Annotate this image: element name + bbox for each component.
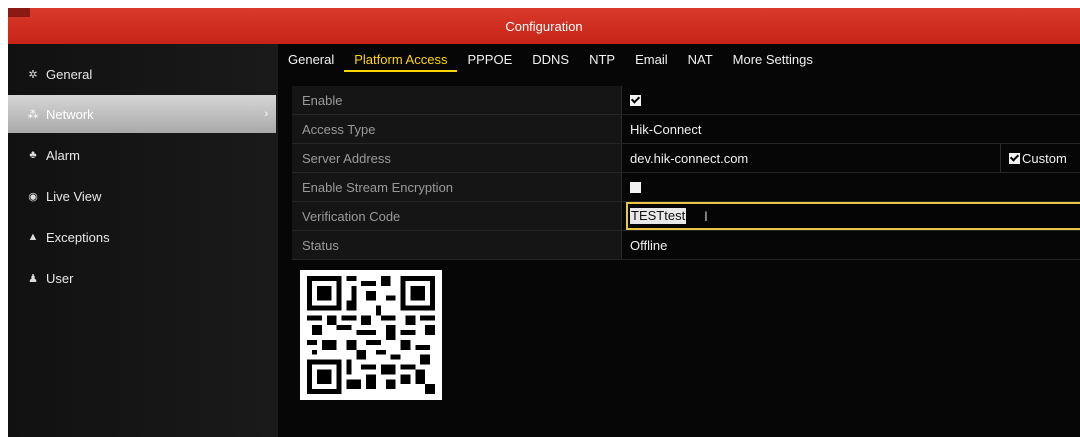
form-row-stream-encryption: Enable Stream Encryption [292, 173, 1080, 202]
tab-more-settings[interactable]: More Settings [723, 50, 823, 72]
field-label: Enable [292, 86, 622, 114]
tab-general[interactable]: General [284, 50, 344, 72]
network-icon: ⁂ [27, 108, 39, 121]
enable-checkbox[interactable] [630, 94, 641, 106]
tab-email[interactable]: Email [625, 50, 678, 72]
field-label: Status [292, 231, 622, 259]
tab-nat[interactable]: NAT [678, 50, 723, 72]
gear-icon: ✲ [28, 68, 38, 81]
sidebar-item-general[interactable]: ✲ General [8, 55, 276, 93]
sidebar: ✲ General ⁂ Network › ♣ Alarm ◉ Live Vie… [8, 44, 278, 437]
verification-code-input[interactable]: TESTtest I [626, 202, 1080, 230]
sidebar-item-label: User [46, 270, 74, 286]
form-row-verification-code: Verification Code TESTtest I [292, 202, 1080, 231]
access-type-select[interactable]: Hik-Connect [630, 115, 702, 143]
field-label: Verification Code [292, 202, 622, 230]
title-bar: Configuration [8, 8, 1080, 44]
tab-platform-access[interactable]: Platform Access [344, 50, 458, 72]
sidebar-item-label: Network [46, 106, 94, 122]
qr-code [300, 270, 442, 400]
sidebar-item-label: Alarm [46, 147, 80, 163]
text-cursor-icon: I [704, 208, 708, 224]
checkbox-box [1009, 152, 1020, 164]
custom-label: Custom [1022, 150, 1067, 166]
qr-code-icon [307, 276, 435, 394]
sidebar-item-label: Exceptions [46, 229, 110, 245]
stream-encryption-checkbox[interactable] [630, 181, 641, 193]
sidebar-item-network[interactable]: ⁂ Network › [8, 95, 276, 133]
users-icon: ♟ [28, 272, 38, 285]
main-content: General Platform Access PPPOE DDNS NTP E… [278, 44, 1080, 437]
form-row-server-address: Server Address dev.hik-connect.com Custo… [292, 144, 1080, 173]
field-label: Access Type [292, 115, 622, 143]
sidebar-item-label: Live View [46, 188, 102, 204]
sidebar-item-user[interactable]: ♟ User [8, 259, 276, 297]
tab-pppoe[interactable]: PPPOE [457, 50, 522, 72]
server-address-field[interactable]: dev.hik-connect.com [630, 144, 748, 172]
chevron-right-icon: › [264, 108, 268, 120]
eye-icon: ◉ [28, 190, 38, 203]
tab-bar: General Platform Access PPPOE DDNS NTP E… [284, 50, 823, 72]
window-title: Configuration [505, 18, 583, 34]
status-value: Offline [630, 237, 668, 253]
form-row-enable: Enable [292, 86, 1080, 115]
sidebar-item-label: General [46, 66, 93, 82]
field-label: Server Address [292, 144, 622, 172]
form-row-access-type: Access Type Hik-Connect [292, 115, 1080, 144]
tab-ddns[interactable]: DDNS [522, 50, 579, 72]
brand-logo [8, 8, 30, 17]
custom-checkbox[interactable]: Custom [1000, 144, 1080, 172]
sidebar-item-exceptions[interactable]: ▲ Exceptions [8, 218, 276, 256]
field-label: Enable Stream Encryption [292, 173, 622, 201]
form-row-status: Status Offline [292, 231, 1080, 260]
platform-access-form: Enable Access Type Hik-Connect Server Ad… [292, 86, 1080, 260]
sidebar-item-alarm[interactable]: ♣ Alarm [8, 136, 276, 174]
warning-icon: ▲ [27, 231, 39, 243]
selected-text: TESTtest [630, 208, 687, 224]
configuration-window: Configuration ✲ General ⁂ Network › ♣ Al… [8, 8, 1080, 437]
alarm-icon: ♣ [29, 149, 37, 161]
tab-ntp[interactable]: NTP [579, 50, 625, 72]
sidebar-item-live-view[interactable]: ◉ Live View [8, 177, 276, 215]
